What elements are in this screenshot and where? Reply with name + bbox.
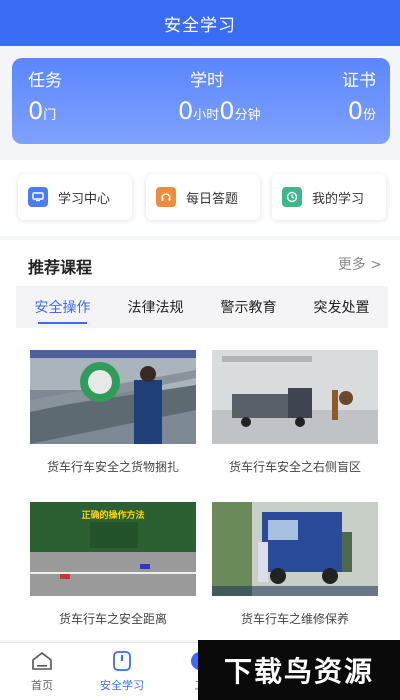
my-study-button[interactable]: 我的学习 [272, 174, 386, 220]
section-title: 推荐课程 [28, 258, 93, 277]
course-card[interactable]: 货车行车安全之货物捆扎 [30, 350, 196, 475]
stat-tasks-value: 0 [28, 97, 44, 125]
stat-hours-value: 0 [178, 97, 194, 125]
stat-hours: 学时 0小时0分钟 [178, 66, 261, 125]
my-study-label: 我的学习 [312, 191, 365, 207]
stat-certificates-unit: 份 [362, 108, 376, 123]
daily-quiz-button[interactable]: 每日答题 [146, 174, 260, 220]
recommended-courses: 推荐课程 更多 > 安全操作 法律法规 警示教育 突发处置 货车行车安全之货物捆… [0, 240, 400, 640]
tab-safety-operation[interactable]: 安全操作 [16, 286, 109, 328]
headset-icon [156, 187, 176, 207]
daily-quiz-label: 每日答题 [186, 191, 239, 207]
stat-certificates-label: 证书 [342, 71, 376, 91]
course-thumbnail [212, 502, 378, 596]
stat-certificates: 证书 0份 [342, 66, 376, 125]
study-center-button[interactable]: 学习中心 [18, 174, 132, 220]
more-link[interactable]: 更多 > [338, 254, 382, 274]
course-tabs: 安全操作 法律法规 警示教育 突发处置 [16, 286, 388, 328]
nav-home[interactable]: 首页 [12, 649, 72, 693]
course-card[interactable]: 正确的操作方法 货车行车之安全距离 [30, 502, 196, 627]
course-card[interactable]: 货车行车安全之右侧盲区 [212, 350, 378, 475]
tab-warning-education[interactable]: 警示教育 [202, 286, 295, 328]
home-icon [30, 649, 54, 673]
tab-emergency[interactable]: 突发处置 [295, 286, 388, 328]
nav-home-label: 首页 [31, 679, 53, 692]
stat-tasks: 任务 0门 [28, 66, 62, 125]
course-title: 货车行车安全之右侧盲区 [228, 460, 361, 474]
monitor-icon [28, 187, 48, 207]
course-thumbnail [30, 350, 196, 444]
course-title: 货车行车安全之货物捆扎 [46, 460, 179, 474]
thumbnail-caption: 正确的操作方法 [81, 511, 145, 521]
stat-hours-unit: 小时 [193, 108, 220, 123]
watermark: 下载鸟资源 [198, 640, 400, 700]
course-title: 货车行车之维修保养 [240, 612, 349, 626]
quick-actions: 学习中心 每日答题 我的学习 [0, 160, 400, 236]
stat-tasks-label: 任务 [28, 71, 62, 91]
stat-hours-label: 学时 [190, 71, 224, 91]
course-thumbnail [212, 350, 378, 444]
clock-icon [282, 187, 302, 207]
course-thumbnail: 正确的操作方法 [30, 502, 196, 596]
nav-safety-study[interactable]: 安全学习 [92, 649, 152, 693]
course-title: 货车行车之安全距离 [58, 612, 167, 626]
stat-minutes-unit: 分钟 [234, 108, 261, 123]
study-center-label: 学习中心 [58, 191, 111, 207]
book-icon [110, 649, 134, 673]
header-title: 安全学习 [0, 0, 400, 46]
tab-laws[interactable]: 法律法规 [109, 286, 202, 328]
stat-tasks-unit: 门 [43, 108, 57, 123]
stats-card: 任务 0门 学时 0小时0分钟 证书 0份 [12, 58, 390, 144]
stat-certificates-value: 0 [347, 97, 363, 125]
course-card[interactable]: 货车行车之维修保养 [212, 502, 378, 627]
stat-minutes-value: 0 [219, 97, 235, 125]
nav-safety-study-label: 安全学习 [100, 679, 144, 692]
